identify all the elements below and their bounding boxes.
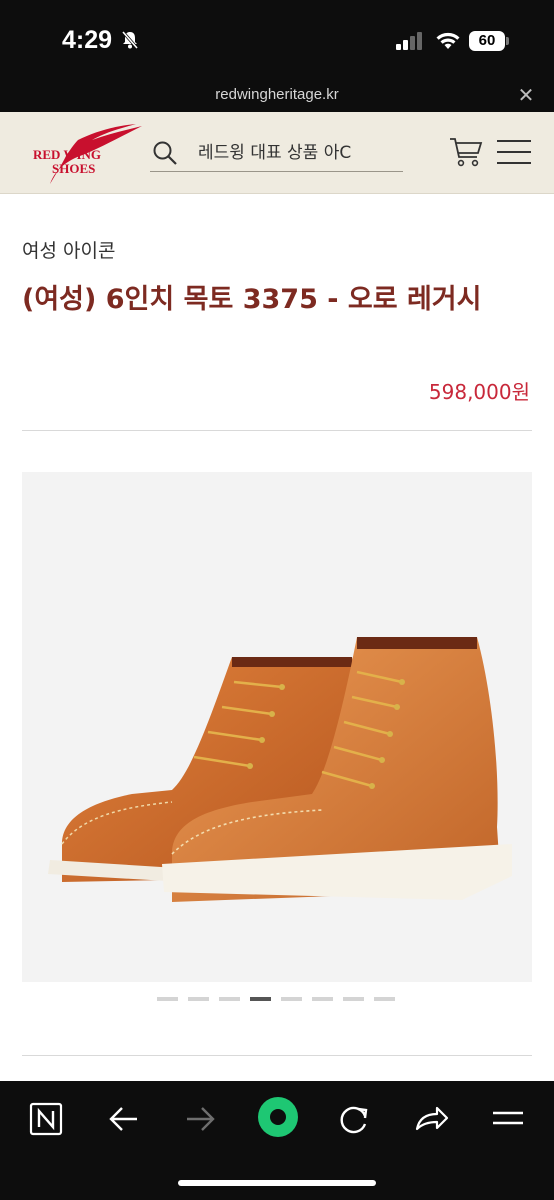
boots-illustration [48, 637, 512, 902]
battery-nub [506, 37, 509, 45]
cart-icon[interactable] [449, 136, 483, 168]
cellular-signal-icon [396, 32, 422, 50]
search-input[interactable] [198, 140, 403, 166]
carousel-dot[interactable] [374, 997, 395, 1001]
search-box[interactable] [150, 136, 403, 172]
battery-level: 60 [469, 31, 505, 51]
refresh-icon[interactable] [334, 1099, 374, 1139]
back-arrow-icon[interactable] [104, 1099, 144, 1139]
carousel-dot[interactable] [281, 997, 302, 1001]
close-icon[interactable]: ✕ [515, 84, 537, 106]
home-indicator[interactable] [178, 1180, 376, 1186]
forward-arrow-icon[interactable] [180, 1099, 220, 1139]
divider [22, 1055, 532, 1056]
product-title: (여성) 6인치 목토 3375 - 오로 레거시 [22, 284, 482, 315]
product-image[interactable] [22, 472, 532, 982]
logo-text-line2: SHOES [52, 161, 95, 176]
menu-icon[interactable] [497, 138, 531, 166]
url-bar[interactable]: redwingheritage.kr ✕ [0, 80, 554, 112]
product-price: 598,000원 [428, 380, 530, 404]
product-category[interactable]: 여성 아이콘 [22, 236, 115, 263]
share-icon[interactable] [411, 1099, 451, 1139]
carousel-dot[interactable] [343, 997, 364, 1001]
naver-n-icon[interactable] [26, 1099, 66, 1139]
carousel-dot[interactable] [219, 997, 240, 1001]
site-header: RED WING SHOES [0, 112, 554, 194]
url-text[interactable]: redwingheritage.kr [0, 86, 554, 103]
status-bar: 4:29 60 [0, 0, 554, 80]
logo-text-line1: RED WING [33, 147, 101, 162]
carousel-dot[interactable] [157, 997, 178, 1001]
carousel-dot[interactable] [312, 997, 333, 1001]
carousel-dot-active[interactable] [250, 997, 271, 1001]
bell-slash-icon [121, 31, 139, 49]
menu-icon[interactable] [488, 1099, 528, 1139]
carousel-dot[interactable] [188, 997, 209, 1001]
wifi-icon [436, 32, 460, 49]
carousel-indicator[interactable] [157, 997, 395, 1001]
search-icon[interactable] [152, 140, 178, 166]
green-dot-icon[interactable] [256, 1095, 300, 1139]
red-wing-logo[interactable]: RED WING SHOES [30, 122, 145, 186]
clock: 4:29 [62, 26, 113, 54]
divider [22, 430, 532, 431]
